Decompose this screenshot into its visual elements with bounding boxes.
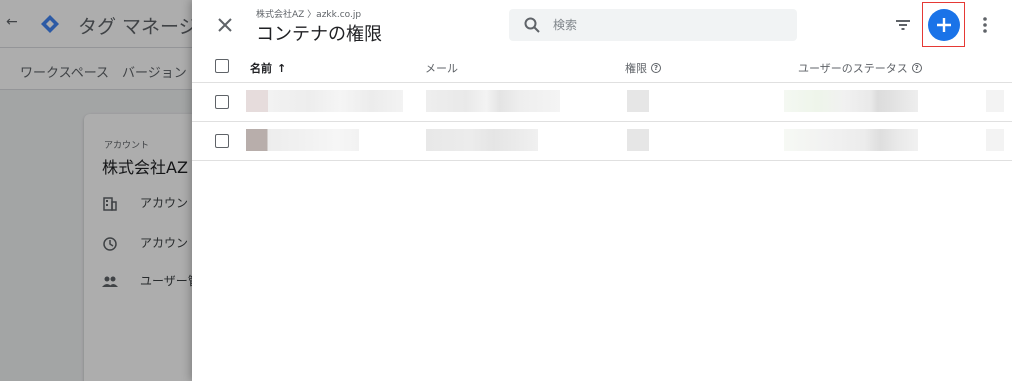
redacted-email	[426, 129, 538, 151]
breadcrumb: 株式会社AZ 〉azkk.co.jp	[256, 10, 362, 20]
container-permissions-panel: 株式会社AZ 〉azkk.co.jp コンテナの権限 名前↑ メール 権限?	[192, 0, 1024, 381]
redacted-name	[246, 90, 403, 112]
search-bar[interactable]	[509, 9, 797, 41]
add-user-highlight	[922, 2, 965, 47]
table-row[interactable]	[192, 122, 1012, 161]
sort-arrow-icon: ↑	[277, 62, 287, 75]
help-icon[interactable]: ?	[911, 63, 922, 73]
redacted-permission	[627, 129, 649, 151]
column-header-permission[interactable]: 権限?	[625, 60, 661, 76]
redacted-email	[426, 90, 560, 112]
more-vert-icon[interactable]	[978, 13, 992, 37]
help-icon[interactable]: ?	[651, 63, 661, 73]
search-input[interactable]	[553, 15, 783, 35]
redacted-action	[986, 129, 1004, 151]
redacted-permission	[627, 90, 649, 112]
table-row[interactable]	[192, 83, 1012, 122]
column-header-email[interactable]: メール	[425, 60, 458, 76]
search-icon	[524, 17, 540, 33]
filter-icon[interactable]	[892, 14, 914, 36]
row-checkbox[interactable]	[215, 95, 229, 109]
page-title: コンテナの権限	[256, 24, 382, 45]
row-checkbox[interactable]	[215, 134, 229, 148]
close-icon[interactable]	[214, 14, 236, 36]
redacted-status	[784, 129, 918, 151]
redacted-name	[246, 129, 359, 151]
redacted-action	[986, 90, 1004, 112]
redacted-status	[784, 90, 918, 112]
add-user-button[interactable]	[928, 9, 960, 41]
column-header-name[interactable]: 名前 ↑	[250, 60, 286, 76]
table-header: 名前 ↑ メール 権限? ユーザーのステータス?	[192, 50, 1012, 83]
select-all-checkbox[interactable]	[215, 59, 229, 73]
column-header-status[interactable]: ユーザーのステータス?	[798, 60, 922, 76]
plus-icon	[937, 18, 951, 32]
